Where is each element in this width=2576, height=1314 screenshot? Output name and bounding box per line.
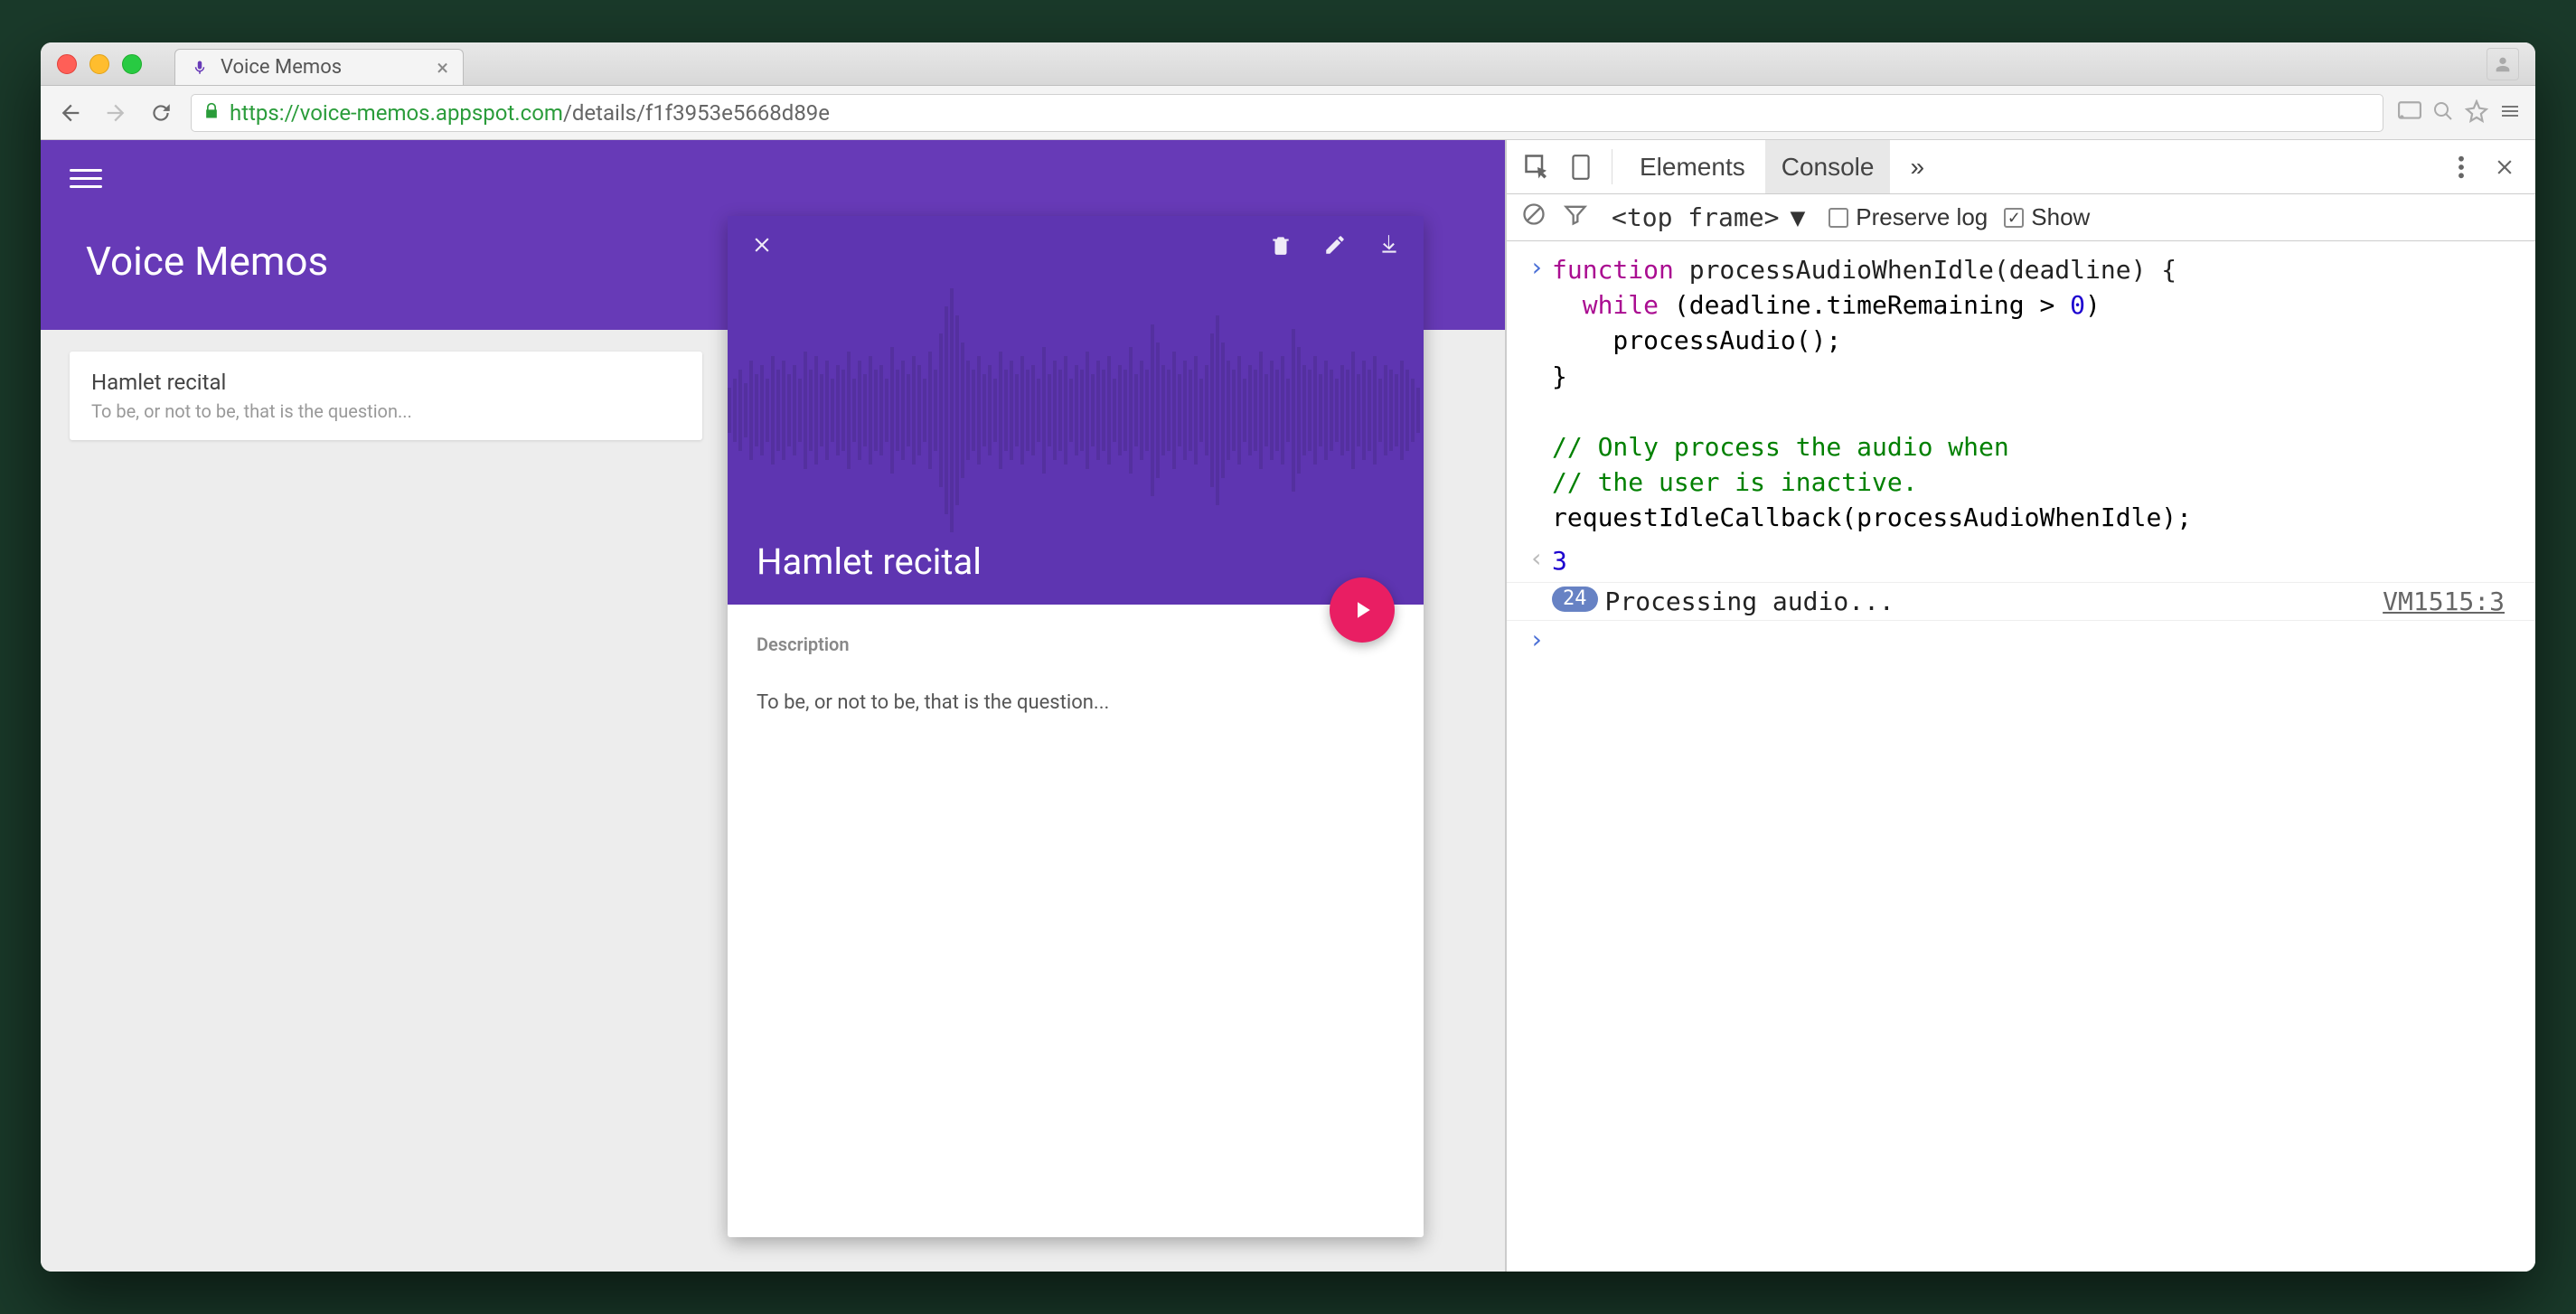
url-host: https://voice-memos.appspot.com (230, 100, 563, 126)
frame-selector[interactable]: <top frame> ▼ (1604, 201, 1812, 234)
reload-button[interactable] (146, 98, 176, 128)
forward-button[interactable] (100, 98, 131, 128)
traffic-lights (57, 54, 142, 74)
device-mode-icon[interactable] (1561, 140, 1601, 193)
detail-title: Hamlet recital (757, 540, 982, 583)
hamburger-menu-icon[interactable] (70, 162, 102, 194)
cast-icon[interactable] (2398, 101, 2421, 125)
url-path: /details/f1f3953e5668d89e (563, 100, 830, 126)
preserve-log-checkbox[interactable]: Preserve log (1829, 203, 1988, 231)
log-source[interactable]: VM1515:3 (2383, 587, 2521, 616)
tab-elements[interactable]: Elements (1623, 140, 1762, 193)
devtools-pane: Elements Console » <top f (1505, 140, 2535, 1272)
browser-window: Voice Memos × https://voice-memos.appspo… (41, 42, 2535, 1272)
input-caret-icon: › (1521, 624, 1552, 654)
memo-description: To be, or not to be, that is the questio… (91, 400, 681, 422)
app-pane: Voice Memos Hamlet recital To be, or not… (41, 140, 1505, 1272)
profile-button[interactable] (2487, 48, 2519, 80)
microphone-icon (190, 58, 210, 78)
browser-tab[interactable]: Voice Memos × (174, 49, 464, 85)
tab-more[interactable]: » (1894, 140, 1941, 193)
download-icon[interactable] (1375, 230, 1404, 259)
close-tab-icon[interactable]: × (437, 55, 448, 80)
back-button[interactable] (55, 98, 86, 128)
return-caret-icon: ‹ (1521, 543, 1552, 578)
detail-hero: Hamlet recital (728, 216, 1424, 605)
preserve-log-label: Preserve log (1856, 203, 1988, 231)
play-button[interactable] (1330, 577, 1395, 643)
description-label: Description (757, 634, 1395, 655)
content-area: Voice Memos Hamlet recital To be, or not… (41, 140, 2535, 1272)
console-output[interactable]: › function processAudioWhenIdle(deadline… (1507, 241, 2535, 1272)
console-input-code: function processAudioWhenIdle(deadline) … (1552, 252, 2192, 536)
bookmark-star-icon[interactable] (2465, 99, 2488, 127)
inspect-element-icon[interactable] (1518, 140, 1557, 193)
minimize-window-button[interactable] (89, 54, 109, 74)
devtools-menu-icon[interactable] (2441, 140, 2481, 193)
filter-icon[interactable] (1563, 202, 1588, 233)
detail-body: Description To be, or not to be, that is… (728, 605, 1424, 743)
log-message: Processing audio... (1605, 587, 1894, 616)
address-bar[interactable]: https://voice-memos.appspot.com/details/… (191, 94, 2383, 132)
lock-icon (202, 100, 221, 126)
input-caret-icon: › (1521, 252, 1552, 536)
tab-console[interactable]: Console (1765, 140, 1891, 193)
description-text: To be, or not to be, that is the questio… (757, 691, 1395, 714)
console-filter-bar: <top frame> ▼ Preserve log Show (1507, 194, 2535, 241)
close-devtools-icon[interactable] (2485, 140, 2524, 193)
menu-icon[interactable] (2499, 100, 2521, 126)
clear-console-icon[interactable] (1521, 202, 1547, 233)
memo-list-item[interactable]: Hamlet recital To be, or not to be, that… (70, 352, 702, 440)
close-window-button[interactable] (57, 54, 77, 74)
tab-title: Voice Memos (221, 56, 342, 79)
chevron-down-icon: ▼ (1790, 202, 1805, 232)
show-checkbox[interactable]: Show (2004, 203, 2090, 231)
console-return-value: 3 (1552, 543, 1567, 578)
detail-toolbar (728, 216, 1424, 274)
checkbox-icon (1829, 208, 1848, 228)
waveform-visualization (728, 279, 1424, 541)
maximize-window-button[interactable] (122, 54, 142, 74)
memo-detail-panel: Hamlet recital Description To be, or not… (728, 216, 1424, 1237)
devtools-tabs: Elements Console » (1507, 140, 2535, 194)
memo-title: Hamlet recital (91, 370, 681, 395)
navigation-bar: https://voice-memos.appspot.com/details/… (41, 86, 2535, 140)
frame-label: <top frame> (1612, 202, 1779, 232)
titlebar: Voice Memos × (41, 42, 2535, 86)
toolbar-right (2398, 99, 2521, 127)
edit-icon[interactable] (1321, 230, 1349, 259)
close-icon[interactable] (747, 230, 776, 259)
log-count-badge: 24 (1552, 587, 1598, 612)
show-label: Show (2031, 203, 2090, 231)
checkbox-icon (2004, 208, 2024, 228)
delete-icon[interactable] (1266, 230, 1295, 259)
zoom-icon[interactable] (2432, 100, 2454, 126)
